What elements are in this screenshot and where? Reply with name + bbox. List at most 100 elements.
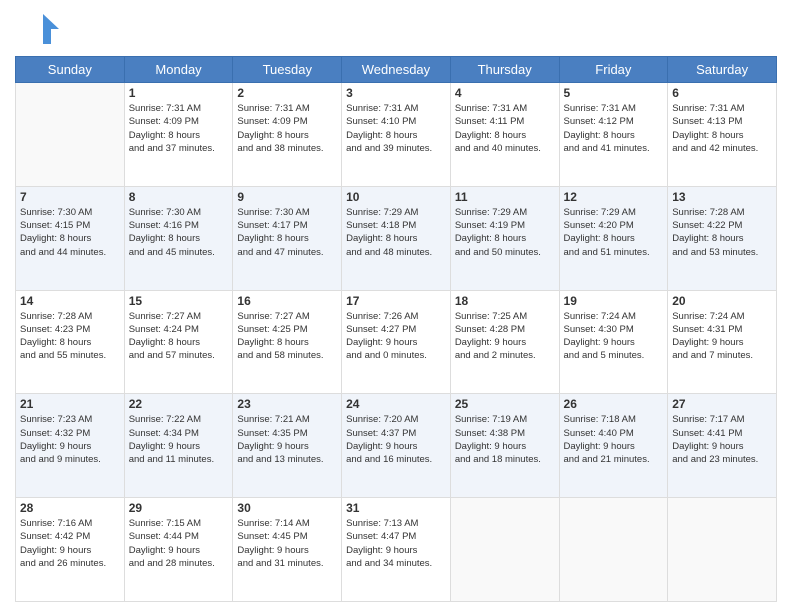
daylight-text: Daylight: 8 hours xyxy=(129,336,229,349)
daylight-minutes: and and 9 minutes. xyxy=(20,453,120,466)
daylight-text: Daylight: 9 hours xyxy=(237,544,337,557)
daylight-text: Daylight: 9 hours xyxy=(346,544,446,557)
calendar-cell: 2Sunrise: 7:31 AMSunset: 4:09 PMDaylight… xyxy=(233,83,342,187)
daylight-text: Daylight: 8 hours xyxy=(129,129,229,142)
day-number: 14 xyxy=(20,294,120,308)
daylight-text: Daylight: 8 hours xyxy=(455,232,555,245)
logo xyxy=(15,10,64,48)
calendar-cell xyxy=(16,83,125,187)
sunrise-text: Sunrise: 7:14 AM xyxy=(237,517,337,530)
sunset-text: Sunset: 4:23 PM xyxy=(20,323,120,336)
daylight-minutes: and and 45 minutes. xyxy=(129,246,229,259)
day-number: 1 xyxy=(129,86,229,100)
sunset-text: Sunset: 4:24 PM xyxy=(129,323,229,336)
daylight-text: Daylight: 9 hours xyxy=(129,440,229,453)
weekday-wednesday: Wednesday xyxy=(342,57,451,83)
sunrise-text: Sunrise: 7:20 AM xyxy=(346,413,446,426)
sunrise-text: Sunrise: 7:26 AM xyxy=(346,310,446,323)
weekday-saturday: Saturday xyxy=(668,57,777,83)
sunset-text: Sunset: 4:47 PM xyxy=(346,530,446,543)
calendar-cell: 10Sunrise: 7:29 AMSunset: 4:18 PMDayligh… xyxy=(342,186,451,290)
sunset-text: Sunset: 4:09 PM xyxy=(129,115,229,128)
day-number: 6 xyxy=(672,86,772,100)
day-number: 23 xyxy=(237,397,337,411)
calendar-cell: 21Sunrise: 7:23 AMSunset: 4:32 PMDayligh… xyxy=(16,394,125,498)
day-number: 4 xyxy=(455,86,555,100)
daylight-text: Daylight: 9 hours xyxy=(455,336,555,349)
week-row-5: 28Sunrise: 7:16 AMSunset: 4:42 PMDayligh… xyxy=(16,498,777,602)
sunrise-text: Sunrise: 7:28 AM xyxy=(672,206,772,219)
daylight-minutes: and and 21 minutes. xyxy=(564,453,664,466)
daylight-text: Daylight: 9 hours xyxy=(672,440,772,453)
daylight-text: Daylight: 8 hours xyxy=(237,232,337,245)
week-row-3: 14Sunrise: 7:28 AMSunset: 4:23 PMDayligh… xyxy=(16,290,777,394)
calendar-cell: 8Sunrise: 7:30 AMSunset: 4:16 PMDaylight… xyxy=(124,186,233,290)
daylight-minutes: and and 44 minutes. xyxy=(20,246,120,259)
calendar-cell: 15Sunrise: 7:27 AMSunset: 4:24 PMDayligh… xyxy=(124,290,233,394)
calendar-cell: 1 Sunrise: 7:31 AMSunset: 4:09 PMDaylight… xyxy=(124,83,233,187)
sunrise-text: Sunrise: 7:30 AM xyxy=(20,206,120,219)
daylight-text: Daylight: 8 hours xyxy=(564,232,664,245)
daylight-minutes: and and 41 minutes. xyxy=(564,142,664,155)
daylight-text: Daylight: 9 hours xyxy=(346,440,446,453)
sunrise-text: Sunrise: 7:29 AM xyxy=(564,206,664,219)
daylight-minutes: and and 16 minutes. xyxy=(346,453,446,466)
daylight-text: Daylight: 9 hours xyxy=(564,336,664,349)
daylight-minutes: and and 13 minutes. xyxy=(237,453,337,466)
sunset-text: Sunset: 4:31 PM xyxy=(672,323,772,336)
sunset-text: Sunset: 4:09 PM xyxy=(237,115,337,128)
daylight-minutes: and and 5 minutes. xyxy=(564,349,664,362)
daylight-minutes: and and 23 minutes. xyxy=(672,453,772,466)
sunrise-text: Sunrise: 7:27 AM xyxy=(237,310,337,323)
calendar-cell: 3Sunrise: 7:31 AMSunset: 4:10 PMDaylight… xyxy=(342,83,451,187)
sunset-text: Sunset: 4:34 PM xyxy=(129,427,229,440)
sunrise-text: Sunrise: 7:30 AM xyxy=(129,206,229,219)
sunset-text: Sunset: 4:18 PM xyxy=(346,219,446,232)
calendar-cell: 12Sunrise: 7:29 AMSunset: 4:20 PMDayligh… xyxy=(559,186,668,290)
sunrise-text: Sunrise: 7:31 AM xyxy=(672,102,772,115)
week-row-4: 21Sunrise: 7:23 AMSunset: 4:32 PMDayligh… xyxy=(16,394,777,498)
calendar-cell: 30Sunrise: 7:14 AMSunset: 4:45 PMDayligh… xyxy=(233,498,342,602)
day-number: 16 xyxy=(237,294,337,308)
day-number: 29 xyxy=(129,501,229,515)
daylight-text: Daylight: 8 hours xyxy=(346,129,446,142)
sunrise-text: Sunrise: 7:29 AM xyxy=(455,206,555,219)
calendar-cell: 18Sunrise: 7:25 AMSunset: 4:28 PMDayligh… xyxy=(450,290,559,394)
sunrise-text: Sunrise: 7:31 AM xyxy=(129,102,229,115)
sunset-text: Sunset: 4:15 PM xyxy=(20,219,120,232)
daylight-text: Daylight: 8 hours xyxy=(20,336,120,349)
sunset-text: Sunset: 4:35 PM xyxy=(237,427,337,440)
daylight-text: Daylight: 9 hours xyxy=(346,336,446,349)
daylight-minutes: and and 48 minutes. xyxy=(346,246,446,259)
calendar-cell: 27Sunrise: 7:17 AMSunset: 4:41 PMDayligh… xyxy=(668,394,777,498)
week-row-1: 1Sunrise: 7:31 AMSunset: 4:09 PMDaylight… xyxy=(16,83,777,187)
calendar-cell: 23Sunrise: 7:21 AMSunset: 4:35 PMDayligh… xyxy=(233,394,342,498)
day-number: 7 xyxy=(20,190,120,204)
daylight-minutes: and and 39 minutes. xyxy=(346,142,446,155)
day-number: 11 xyxy=(455,190,555,204)
daylight-minutes: and and 37 minutes. xyxy=(129,142,229,155)
daylight-minutes: and and 34 minutes. xyxy=(346,557,446,570)
sunset-text: Sunset: 4:13 PM xyxy=(672,115,772,128)
calendar-cell: 11 Sunrise: 7:29 AMSunset: 4:19 PMDayligh… xyxy=(450,186,559,290)
daylight-text: Daylight: 9 hours xyxy=(129,544,229,557)
calendar-cell: 20Sunrise: 7:24 AMSunset: 4:31 PMDayligh… xyxy=(668,290,777,394)
sunset-text: Sunset: 4:38 PM xyxy=(455,427,555,440)
daylight-text: Daylight: 8 hours xyxy=(237,336,337,349)
daylight-minutes: and and 42 minutes. xyxy=(672,142,772,155)
weekday-sunday: Sunday xyxy=(16,57,125,83)
daylight-minutes: and and 7 minutes. xyxy=(672,349,772,362)
sunset-text: Sunset: 4:19 PM xyxy=(455,219,555,232)
calendar-cell: 31Sunrise: 7:13 AMSunset: 4:47 PMDayligh… xyxy=(342,498,451,602)
day-number: 27 xyxy=(672,397,772,411)
daylight-text: Daylight: 9 hours xyxy=(455,440,555,453)
sunrise-text: Sunrise: 7:31 AM xyxy=(455,102,555,115)
daylight-minutes: and and 31 minutes. xyxy=(237,557,337,570)
sunrise-text: Sunrise: 7:13 AM xyxy=(346,517,446,530)
day-number: 20 xyxy=(672,294,772,308)
sunset-text: Sunset: 4:16 PM xyxy=(129,219,229,232)
calendar-table: SundayMondayTuesdayWednesdayThursdayFrid… xyxy=(15,56,777,602)
daylight-text: Daylight: 8 hours xyxy=(129,232,229,245)
day-number: 18 xyxy=(455,294,555,308)
daylight-minutes: and and 57 minutes. xyxy=(129,349,229,362)
